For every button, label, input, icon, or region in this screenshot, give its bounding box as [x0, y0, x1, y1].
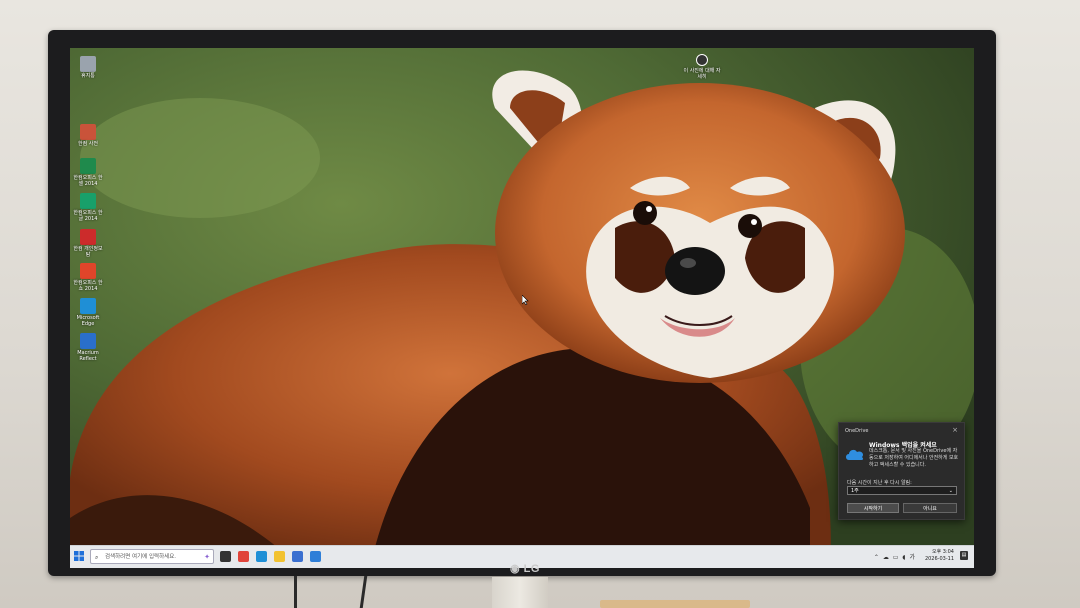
learn-about-picture[interactable]: 이 사진에 대해 자세히	[682, 54, 722, 80]
windows-start-icon[interactable]	[74, 551, 84, 561]
desktop-icon[interactable]: Microsoft Edge	[72, 298, 104, 327]
hanshow-icon	[80, 263, 96, 279]
hancom-privacy-icon	[80, 229, 96, 245]
remind-label: 다음 시간이 지난 후 다시 알림:	[847, 480, 912, 486]
microsoft-store-icon[interactable]	[292, 551, 303, 562]
desktop-icon[interactable]: 한컴오피스 한쇼 2014	[72, 263, 104, 292]
chrome-icon[interactable]	[238, 551, 249, 562]
system-tray-icons[interactable]: ⌃ ☁ ▭ ◖ 가	[874, 552, 916, 561]
monitor-brand-logo: ◉ LG	[510, 562, 540, 575]
desk-surface	[600, 600, 750, 608]
file-explorer-icon[interactable]	[274, 551, 285, 562]
start-button[interactable]: 시작하기	[847, 503, 899, 513]
desktop-icon[interactable]: 한컴오피스 한셀 2014	[72, 158, 104, 187]
input-language-icon[interactable]: 가	[909, 554, 916, 561]
remind-interval-select[interactable]: 1주 ⌄	[847, 486, 957, 495]
chevron-down-icon: ⌄	[948, 488, 953, 494]
onedrive-tray-icon[interactable]: ☁	[883, 554, 890, 561]
taskbar-search-input[interactable]: ⌕ 검색하려면 여기에 입력하세요. ✦	[90, 549, 214, 564]
notification-center-icon[interactable]: ▤	[960, 551, 968, 560]
notification-body: 데스크톱, 문서 및 사진을 OneDrive에 자동으로 저장하여 어디에서나…	[869, 448, 959, 468]
clock-time: 오후 3:04	[931, 549, 954, 555]
desktop-icon[interactable]: 휴지통	[72, 56, 104, 79]
desktop-icon-label: 한컴오피스 한쇼 2014	[73, 280, 103, 292]
edge-icon[interactable]	[256, 551, 267, 562]
lg-logo-icon: ◉	[510, 563, 521, 575]
search-icon: ⌕	[95, 554, 99, 561]
task-view-icon[interactable]	[220, 551, 231, 562]
learn-about-picture-icon	[696, 54, 708, 66]
search-placeholder: 검색하려면 여기에 입력하세요.	[105, 554, 177, 560]
desktop-icon[interactable]: 한컴 사전	[72, 124, 104, 147]
close-icon[interactable]: ×	[952, 426, 958, 434]
remind-interval-value: 1주	[851, 488, 859, 494]
desktop-icon-label: 한컴오피스 한셀 2014	[73, 175, 103, 187]
taskbar-clock[interactable]: 오후 3:04 2026-03-11	[925, 549, 954, 563]
no-button[interactable]: 아니요	[903, 503, 957, 513]
desktop-icon[interactable]: Macrium Reflect	[72, 333, 104, 362]
hancell-icon	[80, 158, 96, 174]
desktop-icon-label: Macrium Reflect	[77, 350, 99, 362]
network-icon[interactable]: ▭	[893, 554, 900, 561]
desktop-icon-label: Microsoft Edge	[76, 315, 100, 327]
desktop-icon[interactable]: 한컴오피스 한글 2014	[72, 193, 104, 222]
recycle-bin-icon	[80, 56, 96, 72]
volume-icon[interactable]: ◖	[902, 554, 906, 561]
chevron-up-icon[interactable]: ⌃	[874, 554, 880, 561]
onedrive-cloud-icon	[846, 449, 864, 460]
hancom-dictionary-icon	[80, 124, 96, 140]
edge-icon	[80, 298, 96, 314]
mouse-cursor-icon	[522, 295, 529, 305]
clock-date: 2026-03-11	[924, 556, 954, 562]
onedrive-backup-notification: OneDrive × Windows 백업을 켜세요 데스크톱, 문서 및 사진…	[838, 422, 965, 520]
brand-label: LG	[523, 563, 540, 575]
hangul-icon	[80, 193, 96, 209]
monitor-stand	[492, 577, 548, 608]
cable	[294, 576, 297, 608]
desktop-icon-label: 한컴 사전	[78, 141, 98, 147]
mail-icon[interactable]	[310, 551, 321, 562]
cable	[359, 576, 368, 608]
copilot-sparkle-icon: ✦	[204, 553, 210, 561]
desktop-icon-label: 한컴 개인정보탐	[73, 246, 103, 258]
desktop-screen: 휴지통한컴 사전한컴오피스 한셀 2014 한컴오피스 한글 2014 한컴 개인정…	[70, 48, 974, 568]
desktop-icon[interactable]: 한컴 개인정보탐	[72, 229, 104, 258]
desktop-icon-label: 한컴오피스 한글 2014	[73, 210, 103, 222]
onedrive-app-name: OneDrive	[845, 428, 869, 434]
learn-about-picture-label: 이 사진에 대해 자세히	[683, 68, 721, 80]
macrium-reflect-icon	[80, 333, 96, 349]
desktop-icon-label: 휴지통	[81, 73, 95, 79]
